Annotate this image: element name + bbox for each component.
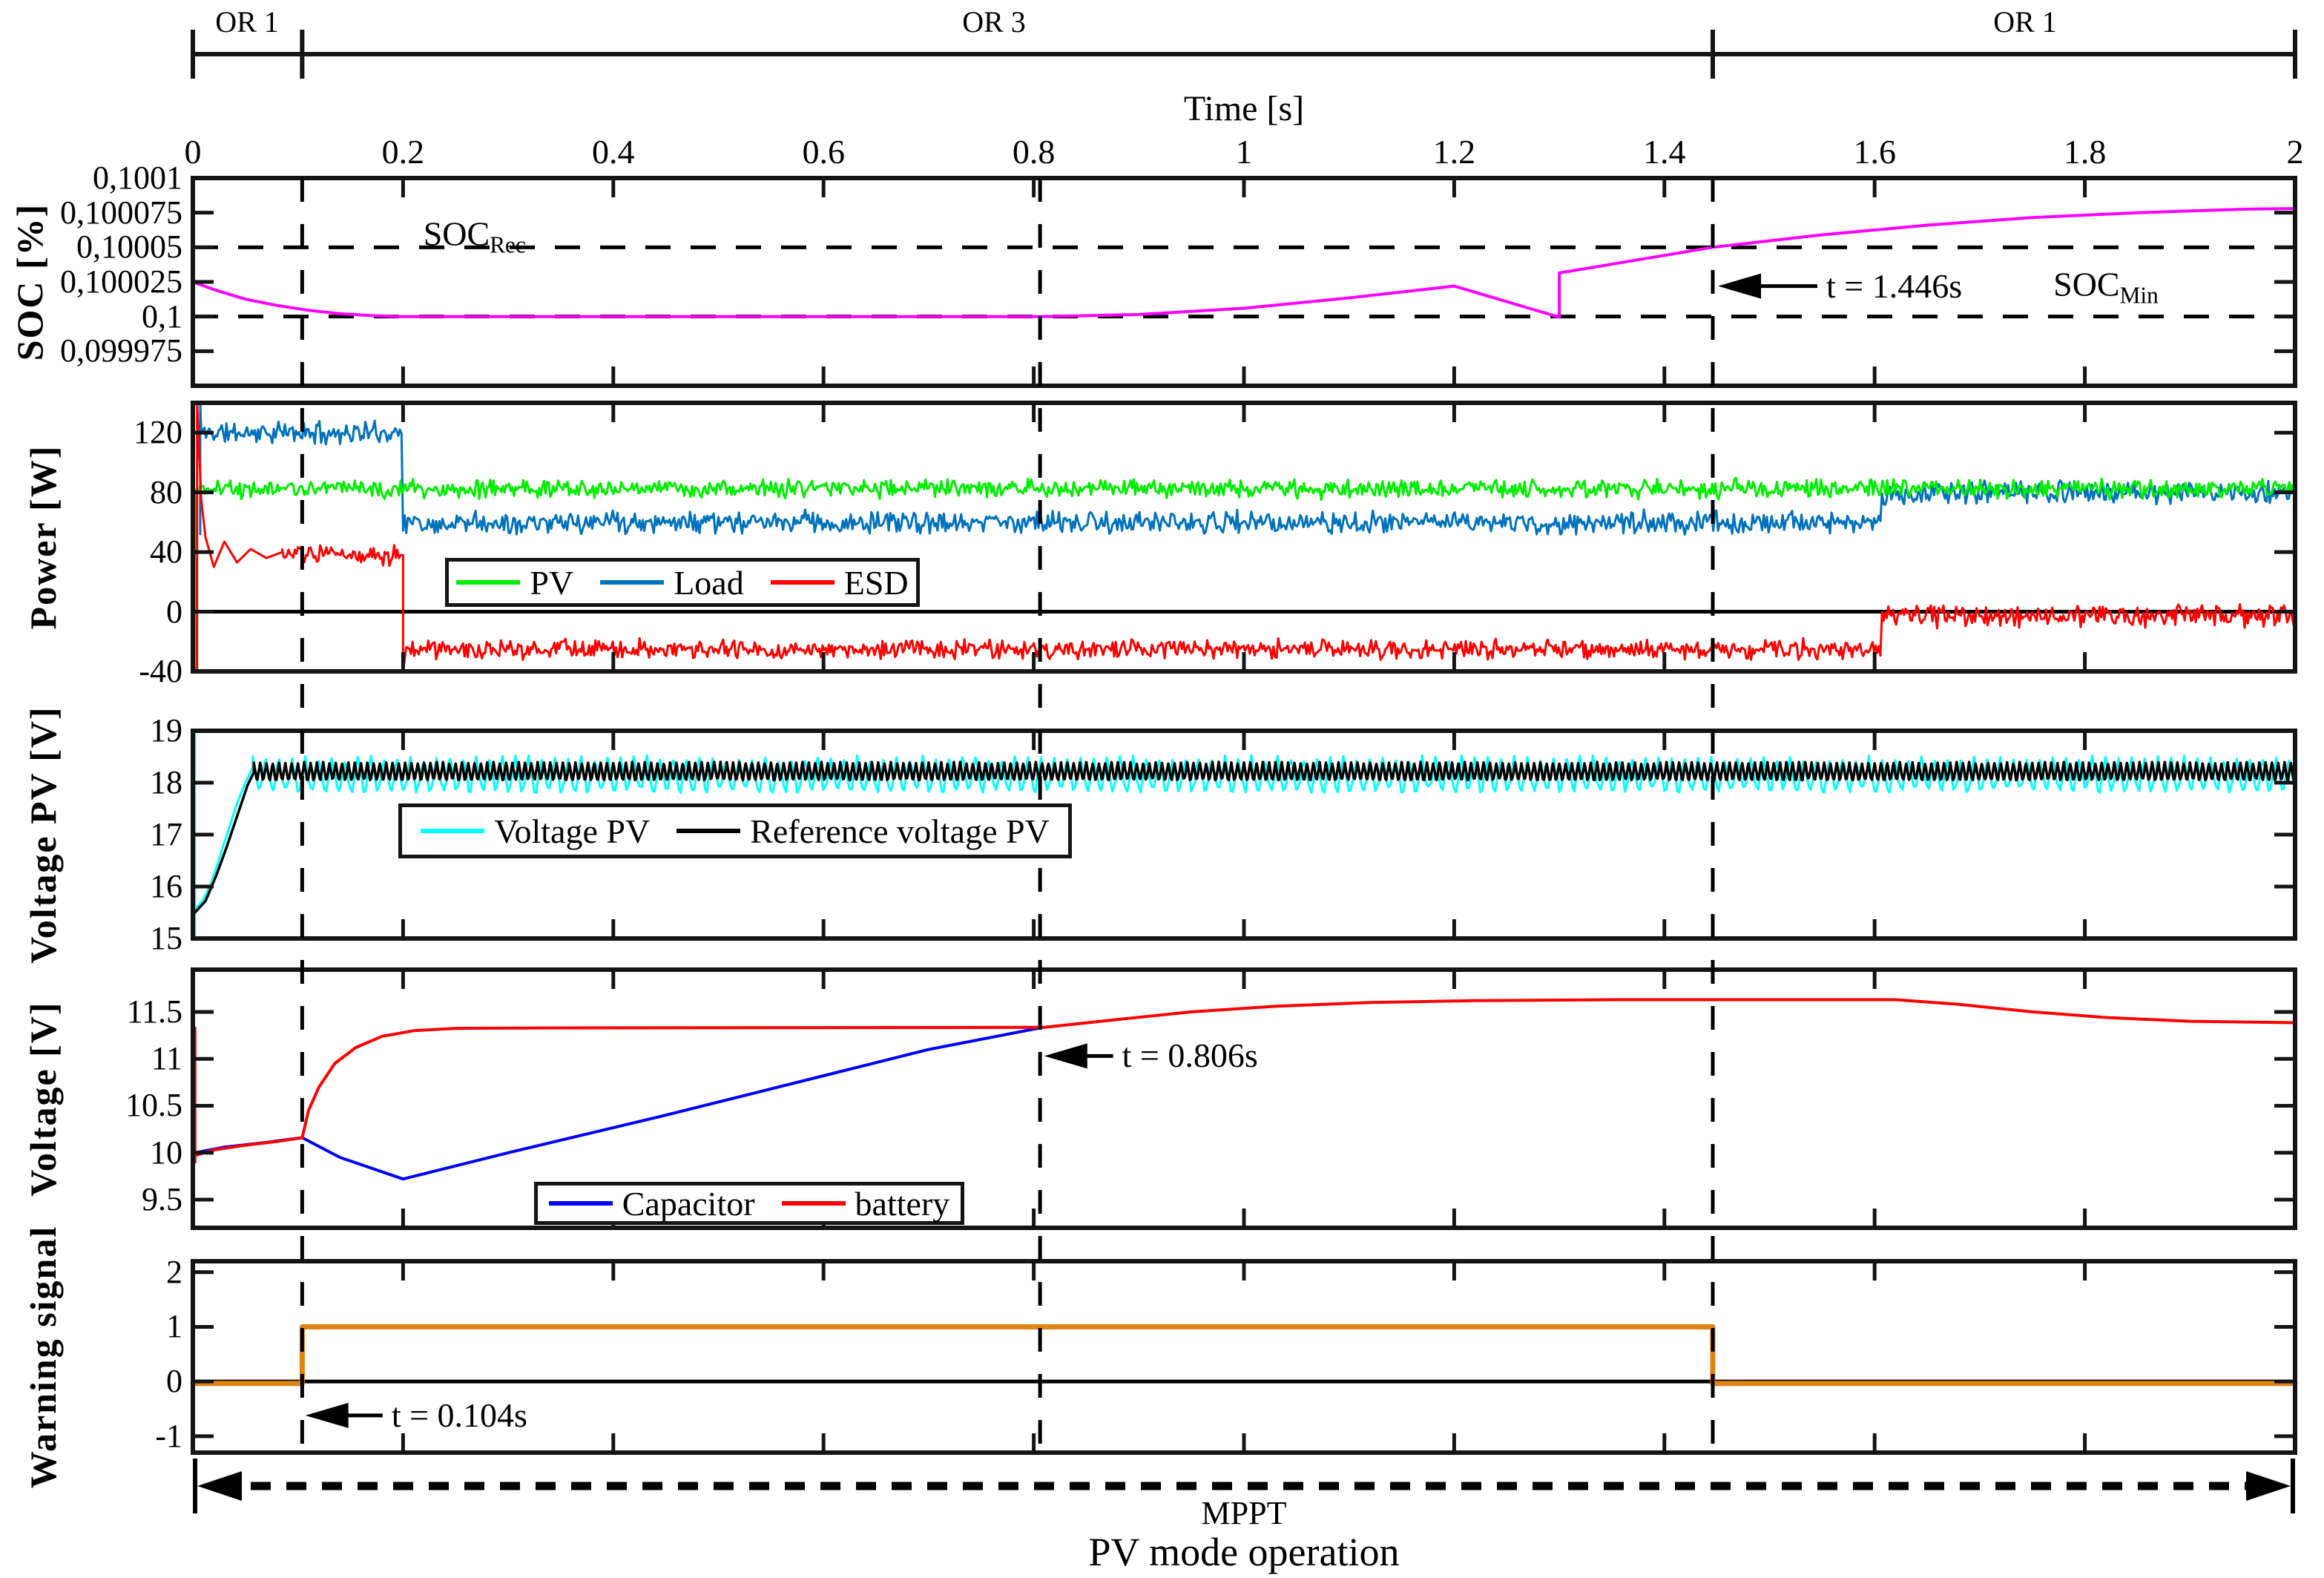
x-tick-label: 0.6 — [802, 135, 845, 169]
x-tick-label: 0 — [185, 135, 202, 169]
y-tick-label: 120 — [134, 416, 182, 449]
legend-item: Reference voltage PV — [677, 812, 1050, 851]
legend-label: PV — [530, 563, 573, 602]
y-tick-label: 9.5 — [142, 1183, 182, 1216]
y-axis-label: Warning signal — [24, 1226, 62, 1489]
x-tick-label: 0.2 — [382, 135, 425, 169]
mppt-label: MPPT — [1202, 1497, 1287, 1530]
y-axis-label: Voltage [V] — [24, 1001, 62, 1196]
legend-item: Load — [600, 563, 744, 602]
annotation: t = 0.806s — [1122, 1039, 1258, 1073]
legend: PV Load ESD — [445, 558, 920, 607]
y-axis-label: Power [W] — [24, 445, 62, 630]
legend-item: PV — [456, 563, 573, 602]
y-tick-label: 17 — [150, 818, 182, 851]
y-tick-label: 0,100025 — [60, 266, 182, 298]
y-tick-label: 2 — [166, 1256, 182, 1289]
y-tick-label: 15 — [150, 922, 182, 955]
x-tick-label: 1.2 — [1433, 135, 1476, 169]
y-tick-label: 19 — [150, 714, 182, 747]
y-axis-label: SOC [%] — [11, 203, 48, 361]
annotation-sub: SOCRec — [424, 217, 526, 257]
figure-title: PV mode operation — [1089, 1532, 1400, 1572]
annotation-subscript: Rec — [490, 232, 526, 258]
legend-line-swatch — [456, 580, 520, 585]
legend: Capacitor battery — [534, 1182, 964, 1225]
plot-canvas — [0, 0, 2324, 1578]
legend-line-swatch — [600, 580, 664, 585]
legend-label: battery — [855, 1184, 950, 1223]
y-tick-label: 18 — [150, 766, 182, 799]
y-tick-label: 0,10005 — [76, 231, 182, 263]
y-tick-label: 0,1 — [142, 300, 182, 333]
annotation-subscript: Min — [2120, 283, 2159, 309]
x-tick-label: 1.6 — [1853, 135, 1896, 169]
figure: OR 1 OR 3 OR 1 Time [s] MPPT PV mode ope… — [0, 0, 2324, 1578]
y-tick-label: 0,100075 — [60, 197, 182, 229]
y-tick-label: 1 — [166, 1310, 182, 1343]
annotation-sub: SOCMin — [2053, 268, 2159, 307]
y-tick-label: 0 — [166, 596, 182, 628]
region-label-or1-left: OR 1 — [215, 7, 279, 37]
legend-label: Capacitor — [622, 1184, 755, 1223]
y-tick-label: 0,099975 — [60, 335, 182, 367]
legend-label: ESD — [844, 563, 909, 602]
legend-line-swatch — [771, 580, 835, 585]
annotation-base: SOC — [424, 215, 490, 253]
legend-line-swatch — [677, 829, 740, 833]
region-label-or1-right: OR 1 — [1993, 7, 2057, 37]
y-tick-label: 80 — [150, 476, 182, 509]
legend-line-swatch — [421, 829, 484, 833]
legend-item: ESD — [771, 563, 909, 602]
legend-item: battery — [782, 1184, 950, 1223]
y-tick-label: 10.5 — [125, 1089, 182, 1122]
x-tick-label: 0.8 — [1013, 135, 1056, 169]
legend-label: Voltage PV — [494, 812, 650, 851]
legend-item: Capacitor — [549, 1184, 755, 1223]
y-tick-label: 11 — [151, 1042, 182, 1075]
y-tick-label: 0,1001 — [93, 162, 182, 194]
legend-label: Load — [674, 563, 744, 602]
y-tick-label: -40 — [139, 655, 182, 688]
legend-label: Reference voltage PV — [750, 812, 1050, 851]
annotation: t = 1.446s — [1826, 269, 1962, 303]
y-tick-label: 16 — [150, 870, 182, 903]
time-axis-label: Time [s] — [1184, 91, 1304, 127]
annotation-base: SOC — [2053, 266, 2119, 303]
legend-line-swatch — [549, 1201, 613, 1206]
y-tick-label: 10 — [150, 1137, 182, 1169]
y-tick-label: 0 — [166, 1365, 182, 1398]
legend: Voltage PV Reference voltage PV — [398, 803, 1072, 858]
x-tick-label: 1.4 — [1643, 135, 1686, 169]
x-tick-label: 0.4 — [592, 135, 635, 169]
y-axis-label: Voltage PV [V] — [24, 706, 62, 963]
x-tick-label: 1.8 — [2064, 135, 2107, 169]
region-label-or3: OR 3 — [962, 7, 1026, 37]
x-tick-label: 2 — [2287, 135, 2304, 169]
y-tick-label: 11.5 — [127, 996, 182, 1028]
annotation: t = 0.104s — [392, 1398, 527, 1433]
x-tick-label: 1 — [1236, 135, 1253, 169]
legend-item: Voltage PV — [421, 812, 650, 851]
y-tick-label: 40 — [150, 536, 182, 568]
y-tick-label: -1 — [155, 1420, 182, 1453]
legend-line-swatch — [782, 1201, 846, 1206]
